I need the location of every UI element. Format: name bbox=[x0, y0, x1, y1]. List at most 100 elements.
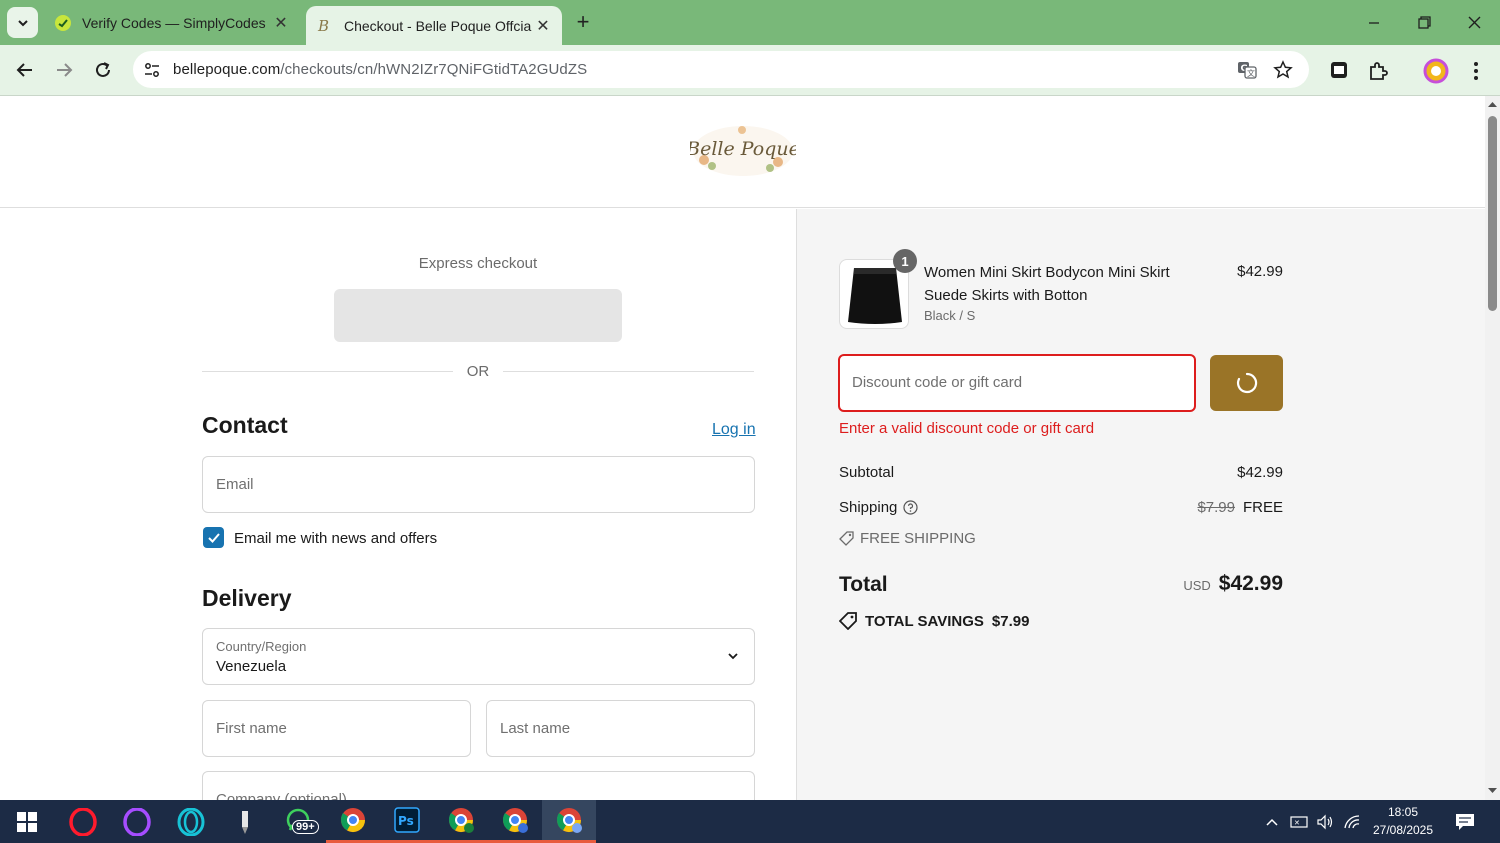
restore-button[interactable] bbox=[1399, 0, 1449, 45]
new-tab-button[interactable]: + bbox=[570, 9, 596, 35]
simplycodes-favicon bbox=[54, 14, 72, 32]
minimize-icon bbox=[1369, 21, 1379, 24]
close-tab-icon[interactable]: ✕ bbox=[532, 15, 554, 37]
volume-icon[interactable] bbox=[1313, 800, 1337, 843]
subtotal-value: $42.99 bbox=[1237, 464, 1283, 481]
chrome-active-icon[interactable] bbox=[542, 800, 596, 843]
extension-notifications-icon[interactable] bbox=[1326, 57, 1354, 85]
close-tab-icon[interactable]: ✕ bbox=[270, 12, 292, 34]
discount-placeholder: Discount code or gift card bbox=[852, 374, 1023, 391]
product-name: Women Mini Skirt Bodycon Mini Skirt Sued… bbox=[924, 264, 1170, 304]
wifi-icon[interactable] bbox=[1340, 800, 1364, 843]
tab-simplycodes[interactable]: Verify Codes — SimplyCodes ✕ bbox=[44, 0, 300, 45]
close-window-button[interactable] bbox=[1449, 0, 1499, 45]
windows-taskbar: 99+ Ps ✕ 18:05 27/08/2025 bbox=[0, 800, 1500, 843]
start-button[interactable] bbox=[0, 800, 54, 843]
translate-icon[interactable]: G文 bbox=[1236, 59, 1258, 81]
divider-line bbox=[202, 370, 453, 372]
page-scrollbar[interactable] bbox=[1485, 96, 1500, 800]
total-currency: USD bbox=[1183, 578, 1211, 593]
or-divider: OR bbox=[202, 361, 754, 381]
forward-button[interactable] bbox=[49, 55, 79, 85]
address-bar[interactable]: bellepoque.com/checkouts/cn/hWN2IZr7QNiF… bbox=[133, 51, 1309, 88]
total-value: $42.99 bbox=[1218, 572, 1283, 595]
express-checkout-title: Express checkout bbox=[418, 255, 538, 272]
url-path: /checkouts/cn/hWN2IZr7QNiFGtidTA2GUdZS bbox=[280, 61, 588, 78]
restore-icon bbox=[1417, 16, 1431, 29]
profile-avatar-icon[interactable] bbox=[1422, 57, 1450, 85]
discount-code-input[interactable]: Discount code or gift card bbox=[838, 354, 1196, 412]
opera-alt-icon[interactable] bbox=[164, 800, 218, 843]
system-clock[interactable]: 18:05 27/08/2025 bbox=[1364, 803, 1442, 839]
savings-value: $7.99 bbox=[991, 612, 1030, 630]
svg-text:文: 文 bbox=[1247, 68, 1255, 78]
product-variant: Black / S bbox=[924, 308, 976, 323]
scroll-up-arrow-icon[interactable] bbox=[1488, 100, 1497, 109]
arrow-left-icon bbox=[16, 63, 32, 77]
free-shipping-tag: FREE SHIPPING bbox=[839, 530, 976, 547]
bookmark-star-icon[interactable] bbox=[1272, 59, 1294, 81]
company-field[interactable]: Company (optional) bbox=[202, 771, 755, 800]
total-value-row: USD $42.99 bbox=[1183, 572, 1283, 596]
tray-overflow-icon[interactable] bbox=[1260, 800, 1284, 843]
chrome-profile-d-icon[interactable] bbox=[488, 800, 542, 843]
extensions-puzzle-icon[interactable] bbox=[1364, 57, 1392, 85]
apply-discount-button[interactable] bbox=[1210, 355, 1283, 411]
scrollbar-thumb[interactable] bbox=[1488, 116, 1497, 311]
email-field[interactable]: Email bbox=[202, 456, 755, 513]
stylus-icon[interactable] bbox=[218, 800, 272, 843]
belle-poque-logo[interactable]: Belle Poque bbox=[690, 122, 796, 180]
tag-icon bbox=[839, 612, 857, 630]
tab-search-button[interactable] bbox=[7, 7, 38, 38]
free-shipping-text: FREE SHIPPING bbox=[860, 530, 976, 547]
opera-icon[interactable] bbox=[110, 800, 164, 843]
reload-icon bbox=[96, 62, 110, 77]
country-label: Country/Region bbox=[216, 639, 307, 654]
country-value: Venezuela bbox=[216, 658, 287, 675]
opera-gx-icon[interactable] bbox=[56, 800, 110, 843]
chevron-down-icon bbox=[728, 653, 738, 660]
network-adapter-icon[interactable]: ✕ bbox=[1287, 800, 1311, 843]
chrome-profile-j-icon[interactable] bbox=[434, 800, 488, 843]
checkout-form-column: Express checkout OR Contact Log in Email… bbox=[0, 209, 797, 800]
subtotal-label: Subtotal bbox=[839, 464, 895, 481]
chrome-icon[interactable] bbox=[326, 800, 380, 843]
url-text: bellepoque.com/checkouts/cn/hWN2IZr7QNiF… bbox=[173, 61, 587, 78]
arrow-right-icon bbox=[57, 63, 73, 77]
login-link[interactable]: Log in bbox=[712, 421, 756, 439]
delivery-heading: Delivery bbox=[202, 585, 292, 611]
express-checkout-button[interactable] bbox=[334, 289, 622, 342]
quantity-badge: 1 bbox=[893, 249, 917, 273]
svg-text:✕: ✕ bbox=[1294, 819, 1300, 827]
back-button[interactable] bbox=[10, 55, 40, 85]
chevron-down-icon bbox=[17, 19, 28, 26]
minimize-button[interactable] bbox=[1349, 0, 1399, 45]
reload-button[interactable] bbox=[88, 55, 118, 85]
tab-checkout[interactable]: B Checkout - Belle Poque Offcial ✕ bbox=[306, 6, 562, 45]
store-header: Belle Poque bbox=[0, 96, 1485, 208]
site-info-icon[interactable] bbox=[142, 60, 162, 80]
close-icon bbox=[1468, 16, 1480, 29]
bellepoque-favicon: B bbox=[316, 17, 334, 35]
whatsapp-icon[interactable]: 99+ bbox=[272, 800, 326, 843]
notifications-icon[interactable] bbox=[1450, 800, 1480, 843]
shipping-original-price: $7.99 bbox=[1197, 499, 1235, 516]
scroll-down-arrow-icon[interactable] bbox=[1488, 786, 1497, 795]
company-placeholder: Company (optional) bbox=[216, 791, 347, 800]
tab-title: Verify Codes — SimplyCodes bbox=[82, 14, 266, 31]
shipping-value-row: $7.99 FREE bbox=[1197, 499, 1283, 516]
last-name-field[interactable]: Last name bbox=[486, 700, 755, 757]
whatsapp-badge: 99+ bbox=[292, 820, 319, 834]
photoshop-icon[interactable]: Ps bbox=[380, 800, 434, 843]
browser-tab-strip: Verify Codes — SimplyCodes ✕ B Checkout … bbox=[0, 0, 1500, 45]
savings-label: TOTAL SAVINGS bbox=[865, 612, 984, 630]
country-select[interactable]: Country/Region Venezuela bbox=[202, 628, 755, 685]
newsletter-label: Email me with news and offers bbox=[234, 530, 438, 547]
svg-text:B: B bbox=[317, 17, 329, 35]
chrome-menu-icon[interactable] bbox=[1462, 57, 1490, 85]
first-name-field[interactable]: First name bbox=[202, 700, 471, 757]
newsletter-checkbox[interactable] bbox=[203, 527, 224, 548]
help-circle-icon[interactable] bbox=[903, 500, 918, 515]
shipping-row: Shipping bbox=[839, 499, 918, 516]
contact-heading: Contact bbox=[202, 412, 288, 438]
